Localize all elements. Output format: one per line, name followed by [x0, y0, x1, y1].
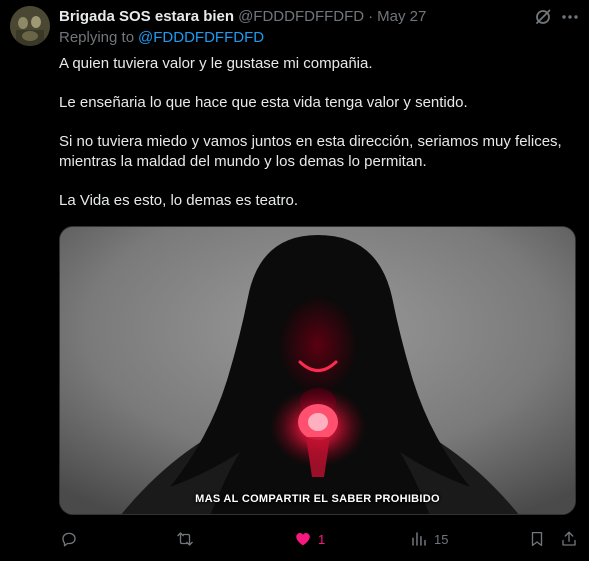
tweet-media-image[interactable]: MAS AL COMPARTIR EL SABER PROHIBIDO [59, 226, 576, 515]
separator-dot: · [368, 7, 374, 25]
tweet-paragraph: La Vida es esto, lo demas es teatro. [59, 192, 299, 209]
views-count: 15 [434, 531, 449, 547]
retweet-button[interactable] [176, 528, 194, 550]
views-button[interactable]: 15 [410, 528, 448, 550]
tweet-header: Brigada SOS estara bien @FDDDFDFFDFD · M… [59, 6, 426, 26]
media-caption: MAS AL COMPARTIR EL SABER PROHIBIDO [195, 493, 440, 505]
replying-to-handle-link[interactable]: @FDDDFDFFDFD [138, 29, 264, 46]
author-handle[interactable]: @FDDDFDFFDFD [238, 8, 364, 25]
replying-to: Replying to @FDDDFDFFDFD [59, 29, 264, 46]
bookmark-button[interactable] [528, 528, 546, 550]
share-icon [562, 531, 576, 546]
tweet-text: A quien tuviera valor y le gustase mi co… [59, 54, 583, 230]
like-button[interactable]: 1 [294, 528, 325, 550]
tweet-date[interactable]: May 27 [377, 8, 426, 25]
tweet-paragraph: Si no tuviera miedo y vamos juntos en es… [59, 133, 562, 170]
grok-icon[interactable] [533, 7, 553, 27]
tweet-paragraph: Le enseñaria lo que hace que esta vida t… [59, 94, 468, 111]
author-name[interactable]: Brigada SOS estara bien [59, 8, 234, 25]
reply-icon [62, 532, 76, 547]
reply-button[interactable] [60, 528, 78, 550]
share-button[interactable] [560, 528, 578, 550]
media-illustration [60, 227, 575, 514]
heart-filled-icon [296, 533, 310, 546]
retweet-icon [177, 532, 193, 546]
tweet[interactable]: Brigada SOS estara bien @FDDDFDFFDFD · M… [0, 0, 589, 561]
replying-to-label: Replying to [59, 29, 135, 46]
tweet-paragraph: A quien tuviera valor y le gustase mi co… [59, 55, 373, 72]
tweet-actions: 1 15 [0, 528, 589, 550]
bookmark-icon [531, 531, 543, 547]
avatar[interactable] [10, 6, 50, 46]
views-icon [412, 532, 426, 546]
more-options-icon[interactable] [560, 7, 580, 27]
like-count: 1 [318, 531, 326, 547]
